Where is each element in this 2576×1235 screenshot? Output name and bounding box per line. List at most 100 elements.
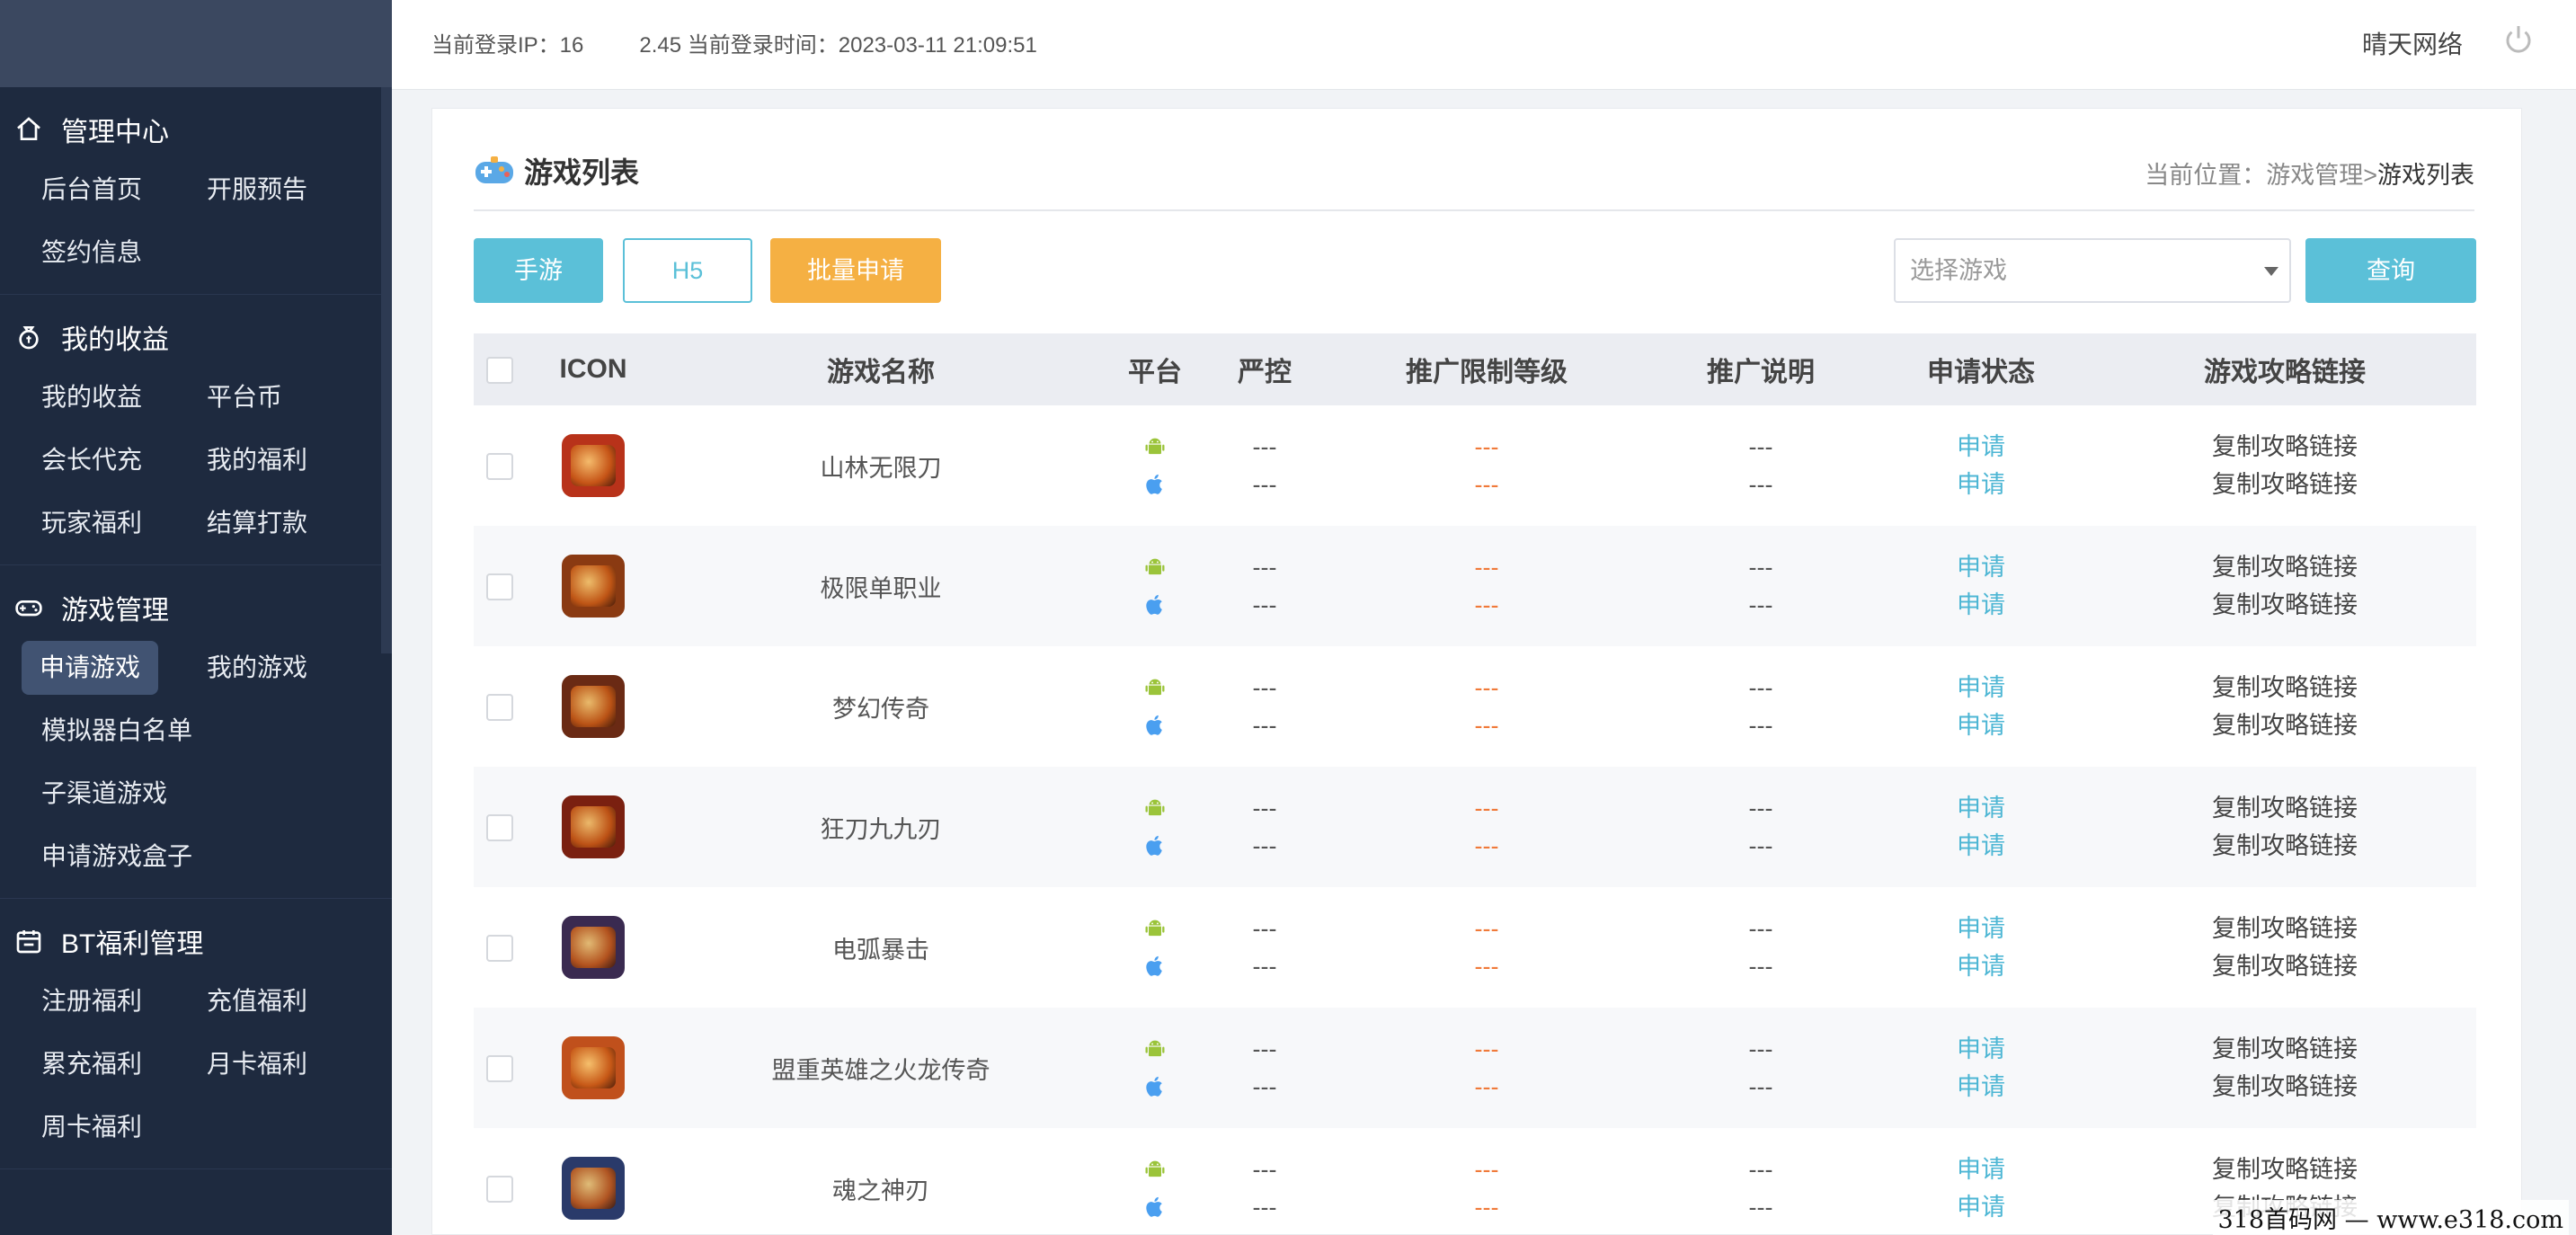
copy-guide-link-ios[interactable]: 复制攻略链接 <box>2212 833 2358 858</box>
apply-link-ios[interactable]: 申请 <box>1957 954 2005 979</box>
sidebar-item-player-benefits[interactable]: 玩家福利 <box>41 496 207 550</box>
header-select-all[interactable] <box>474 333 526 405</box>
breadcrumb-parent[interactable]: 游戏管理 <box>2266 162 2363 189</box>
nav-head-label: 我的收益 <box>61 325 169 355</box>
copy-guide-link-android[interactable]: 复制攻略链接 <box>2212 434 2358 459</box>
breadcrumb-prefix: 当前位置： <box>2145 162 2267 189</box>
sidebar-item-apply-game[interactable]: 申请游戏 <box>22 641 158 695</box>
apply-link-ios[interactable]: 申请 <box>1957 1074 2005 1099</box>
sidebar-item-guild-recharge[interactable]: 会长代充 <box>41 433 207 487</box>
row-checkbox[interactable] <box>486 934 513 962</box>
row-checkbox[interactable] <box>486 1175 513 1203</box>
nav-head-bt-benefits[interactable]: BT福利管理 <box>0 920 392 962</box>
sidebar-item-server-preview[interactable]: 开服预告 <box>207 163 372 217</box>
apply-link-android[interactable]: 申请 <box>1957 795 2005 821</box>
apply-link-android[interactable]: 申请 <box>1957 434 2005 459</box>
apply-link-android[interactable]: 申请 <box>1957 675 2005 700</box>
promo-desc-android: --- <box>1748 915 1773 942</box>
promo-limit-ios: --- <box>1474 471 1499 498</box>
apply-status-cell: 申请 申请 <box>1869 887 2093 1008</box>
copy-guide-link-android[interactable]: 复制攻略链接 <box>2212 795 2358 821</box>
row-checkbox-cell[interactable] <box>474 887 526 1008</box>
sidebar-item-contract-info[interactable]: 签约信息 <box>41 226 207 280</box>
nav-section-earnings: 我的收益 我的收益 平台币 会长代充 我的福利 玩家福利 结算打款 <box>0 295 392 565</box>
row-checkbox-cell[interactable] <box>474 405 526 526</box>
copy-guide-link-ios[interactable]: 复制攻略链接 <box>2212 1074 2358 1099</box>
sidebar-item-register-benefit[interactable]: 注册福利 <box>41 974 207 1028</box>
row-checkbox[interactable] <box>486 693 513 721</box>
sidebar-item-my-benefits[interactable]: 我的福利 <box>207 433 372 487</box>
apply-status-cell: 申请 申请 <box>1869 405 2093 526</box>
sidebar-item-my-earnings[interactable]: 我的收益 <box>41 370 207 424</box>
promo-limit-ios: --- <box>1474 832 1499 859</box>
copy-guide-link-ios[interactable]: 复制攻略链接 <box>2212 954 2358 979</box>
sidebar-item-recharge-benefit[interactable]: 充值福利 <box>207 974 372 1028</box>
card-header: 游戏列表 当前位置：游戏管理>游戏列表 <box>474 145 2474 211</box>
query-button[interactable]: 查询 <box>2305 238 2476 303</box>
promo-limit-cell: --- --- <box>1320 887 1653 1008</box>
apply-link-ios[interactable]: 申请 <box>1957 592 2005 618</box>
nav-head-earnings[interactable]: 我的收益 <box>0 316 392 358</box>
copy-guide-link-android[interactable]: 复制攻略链接 <box>2212 916 2358 941</box>
apply-link-android[interactable]: 申请 <box>1957 1157 2005 1182</box>
game-name: 极限单职业 <box>661 526 1101 646</box>
copy-guide-link-ios[interactable]: 复制攻略链接 <box>2212 592 2358 618</box>
row-checkbox[interactable] <box>486 452 513 480</box>
row-checkbox-cell[interactable] <box>474 1008 526 1128</box>
apply-link-android[interactable]: 申请 <box>1957 1036 2005 1062</box>
android-icon <box>1142 1036 1168 1062</box>
android-icon <box>1142 916 1168 941</box>
batch-apply-button[interactable]: 批量申请 <box>770 238 941 303</box>
brand-name[interactable]: 晴天网络 <box>2362 25 2463 61</box>
copy-guide-link-android[interactable]: 复制攻略链接 <box>2212 1036 2358 1062</box>
promo-desc-android: --- <box>1748 1156 1773 1183</box>
apply-link-ios[interactable]: 申请 <box>1957 1195 2005 1220</box>
apply-link-ios[interactable]: 申请 <box>1957 472 2005 497</box>
promo-limit-android: --- <box>1474 674 1499 701</box>
row-checkbox[interactable] <box>486 1054 513 1082</box>
nav-head-management[interactable]: 管理中心 <box>0 109 392 150</box>
strict-android: --- <box>1252 795 1277 822</box>
apply-link-android[interactable]: 申请 <box>1957 555 2005 580</box>
game-name: 山林无限刀 <box>820 454 942 482</box>
row-checkbox-cell[interactable] <box>474 767 526 887</box>
sidebar-item-platform-coin[interactable]: 平台币 <box>207 370 372 424</box>
mobile-games-button[interactable]: 手游 <box>474 238 603 303</box>
row-checkbox-cell[interactable] <box>474 1128 526 1235</box>
sidebar-item-monthly-card-benefit[interactable]: 月卡福利 <box>207 1037 372 1091</box>
game-select[interactable]: 选择游戏 <box>1894 238 2291 303</box>
power-icon[interactable] <box>2502 23 2535 56</box>
row-checkbox[interactable] <box>486 573 513 600</box>
sidebar-item-settlement[interactable]: 结算打款 <box>207 496 372 550</box>
game-name: 梦幻传奇 <box>832 695 929 723</box>
row-checkbox[interactable] <box>486 813 513 841</box>
apply-link-ios[interactable]: 申请 <box>1957 713 2005 738</box>
sidebar-item-dashboard[interactable]: 后台首页 <box>41 163 207 217</box>
sidebar-item-emulator-whitelist[interactable]: 模拟器白名单 <box>41 704 372 758</box>
h5-games-button[interactable]: H5 <box>623 238 752 303</box>
breadcrumb-separator: > <box>2363 162 2377 189</box>
sidebar-item-cumulative-benefit[interactable]: 累充福利 <box>41 1037 207 1091</box>
apply-link-ios[interactable]: 申请 <box>1957 833 2005 858</box>
promo-desc-ios: --- <box>1748 712 1773 739</box>
platform-cell <box>1101 646 1209 767</box>
copy-guide-link-ios[interactable]: 复制攻略链接 <box>2212 472 2358 497</box>
sidebar-item-weekly-card-benefit[interactable]: 周卡福利 <box>41 1100 207 1154</box>
game-icon <box>562 916 625 979</box>
sidebar-item-my-games[interactable]: 我的游戏 <box>207 641 372 695</box>
apply-link-android[interactable]: 申请 <box>1957 916 2005 941</box>
strict-ios: --- <box>1252 712 1277 739</box>
sidebar-scrollbar[interactable] <box>381 87 392 653</box>
copy-guide-link-android[interactable]: 复制攻略链接 <box>2212 555 2358 580</box>
copy-guide-link-android[interactable]: 复制攻略链接 <box>2212 1157 2358 1182</box>
row-checkbox-cell[interactable] <box>474 526 526 646</box>
copy-guide-link-android[interactable]: 复制攻略链接 <box>2212 675 2358 700</box>
row-checkbox-cell[interactable] <box>474 646 526 767</box>
chevron-down-icon <box>2264 267 2278 276</box>
sidebar-item-apply-game-box[interactable]: 申请游戏盒子 <box>41 830 372 884</box>
copy-guide-link-ios[interactable]: 复制攻略链接 <box>2212 713 2358 738</box>
nav-head-game-management[interactable]: 游戏管理 <box>0 587 392 628</box>
select-all-checkbox[interactable] <box>486 357 513 385</box>
promo-desc-cell: --- --- <box>1653 405 1869 526</box>
sidebar-item-subchannel-games[interactable]: 子渠道游戏 <box>41 767 372 821</box>
